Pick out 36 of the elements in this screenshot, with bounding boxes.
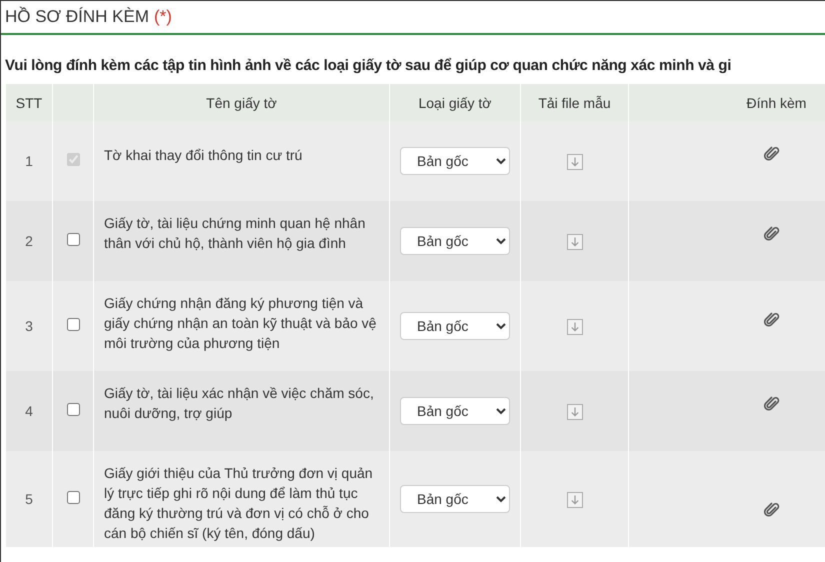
paperclip-icon[interactable] bbox=[764, 395, 780, 414]
column-header: Tên giấy tờ bbox=[94, 84, 390, 121]
row-number: 3 bbox=[25, 318, 33, 334]
paperclip-icon[interactable] bbox=[764, 501, 780, 520]
instruction-text: Vui lòng đính kèm các tập tin hình ảnh về các loại giấy tờ sau để giúp cơ quan chức năng xác minh và gi bbox=[5, 57, 732, 74]
row-number: 5 bbox=[25, 491, 33, 507]
row-checkbox[interactable] bbox=[66, 233, 80, 246]
download-icon[interactable] bbox=[566, 404, 582, 420]
column-header: Đính kèm bbox=[628, 84, 825, 121]
download-icon[interactable] bbox=[566, 492, 582, 508]
document-name: Giấy chứng nhận đăng ký phương tiện và giấy chứng nhận an toàn kỹ thuật và bảo vệ môi trường của phương tiện bbox=[104, 294, 378, 353]
row-number: 4 bbox=[25, 403, 33, 419]
document-name: Giấy tờ, tài liệu chứng minh quan hệ nhân thân với chủ hộ, thành viên hộ gia đình bbox=[104, 214, 366, 253]
paperclip-icon[interactable] bbox=[764, 145, 780, 164]
paperclip-icon[interactable] bbox=[764, 225, 780, 244]
column-header: Loại giấy tờ bbox=[390, 84, 520, 121]
paperclip-icon[interactable] bbox=[764, 311, 780, 330]
document-type-select[interactable]: Bản gốc bbox=[400, 312, 510, 340]
column-header: Tải file mẫu bbox=[520, 84, 628, 121]
download-icon[interactable] bbox=[566, 318, 582, 335]
download-icon[interactable] bbox=[566, 234, 582, 250]
document-type-select[interactable]: Bản gốc bbox=[400, 485, 510, 513]
section-title: HỒ SƠ ĐÍNH KÈM bbox=[5, 7, 149, 27]
download-icon[interactable] bbox=[566, 154, 582, 170]
column-header: STT bbox=[6, 84, 52, 121]
row-number: 2 bbox=[25, 233, 33, 249]
document-type-select[interactable]: Bản gốc bbox=[400, 227, 510, 255]
document-name: Giấy tờ, tài liệu xác nhận về việc chăm sóc, nuôi dưỡng, trợ giúp bbox=[104, 384, 375, 423]
document-name: Tờ khai thay đổi thông tin cư trú bbox=[104, 146, 304, 165]
row-number: 1 bbox=[25, 153, 33, 169]
required-mark: (*) bbox=[154, 7, 172, 27]
row-checkbox[interactable] bbox=[66, 403, 80, 416]
row-checkbox[interactable] bbox=[66, 491, 80, 504]
row-checkbox[interactable] bbox=[66, 318, 80, 331]
document-type-select[interactable]: Bản gốc bbox=[400, 397, 510, 425]
document-name: Giấy giới thiệu của Thủ trưởng đơn vị quản lý trực tiếp ghi rõ nội dung để làm thủ tục đăng ký thường trú và đơn vị có chỗ ở cho cán bộ chiến sĩ (ký tên, đóng dấu) bbox=[104, 464, 374, 543]
